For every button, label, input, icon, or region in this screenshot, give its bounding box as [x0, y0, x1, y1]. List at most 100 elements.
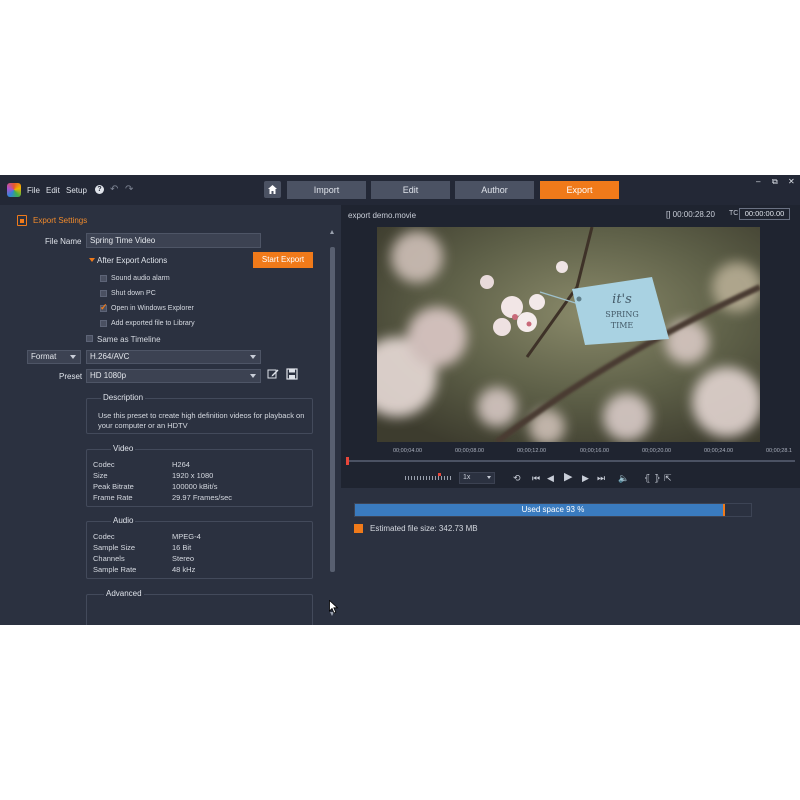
collapse-caret-icon[interactable]	[89, 258, 95, 262]
timecode-field[interactable]: 00:00:00.00	[739, 208, 790, 220]
ruler-label: 00;00;12.00	[517, 448, 547, 454]
timecode-label: TC	[729, 210, 739, 217]
estimated-file-size: Estimated file size: 342.73 MB	[370, 524, 478, 533]
scroll-thumb[interactable]	[330, 247, 335, 572]
checkbox-label: Open in Windows Explorer	[111, 305, 194, 312]
loop-icon[interactable]: ⟲	[513, 473, 521, 483]
description-group: Description Use this preset to create hi…	[86, 393, 313, 434]
previous-frame-icon[interactable]: ◀	[547, 473, 554, 483]
volume-icon[interactable]: 🔈	[618, 473, 629, 483]
restore-button[interactable]: ⧉	[772, 177, 778, 187]
advanced-group[interactable]: Advanced	[86, 589, 313, 625]
save-preset-icon[interactable]	[286, 368, 298, 380]
preset-label: Preset	[59, 372, 83, 381]
audio-channels-key: Channels	[93, 554, 125, 563]
audio-group: Audio Codec MPEG-4 Sample Size 16 Bit Ch…	[86, 516, 313, 579]
checkbox-label: Shut down PC	[111, 290, 156, 297]
preset-value: HD 1080p	[90, 371, 127, 380]
scrub-track[interactable]	[346, 460, 795, 462]
audio-codec-key: Codec	[93, 532, 115, 541]
app-logo-icon	[7, 183, 21, 197]
start-export-button[interactable]: Start Export	[253, 252, 313, 268]
minimize-button[interactable]: –	[756, 177, 760, 186]
mark-out-icon[interactable]: ⦄	[654, 473, 661, 483]
advanced-title: Advanced	[104, 589, 144, 598]
tab-import[interactable]: Import	[287, 181, 366, 199]
home-icon	[268, 185, 277, 194]
format-select[interactable]: H.264/AVC	[86, 350, 261, 364]
disk-usage-text: Used space 93 %	[521, 505, 585, 514]
tab-edit[interactable]: Edit	[371, 181, 450, 199]
menu-setup[interactable]: Setup	[66, 186, 87, 195]
chevron-down-icon	[487, 476, 491, 479]
help-icon[interactable]: ?	[95, 185, 104, 194]
video-preview: it's SPRING TIME	[377, 227, 760, 442]
redo-icon[interactable]: ↷	[125, 184, 133, 195]
export-settings-icon	[17, 215, 27, 226]
disk-usage-bar: Used space 93 %	[354, 503, 752, 517]
mark-in-icon[interactable]: ⦃	[644, 473, 651, 483]
go-to-end-icon[interactable]: ⏭	[597, 473, 605, 483]
checkbox-label: Add exported file to Library	[111, 320, 195, 327]
player-area: export demo.movie [] 00:00:28.20 TC 00:0…	[341, 205, 800, 488]
video-bitrate-key: Peak Bitrate	[93, 482, 134, 491]
speed-value: 1x	[463, 474, 471, 481]
scroll-up-icon[interactable]	[330, 230, 334, 234]
next-frame-icon[interactable]: ▶	[582, 473, 589, 483]
file-name-input[interactable]: Spring Time Video	[86, 233, 261, 248]
audio-level-meter[interactable]	[405, 473, 453, 480]
tag-text-line3: TIME	[611, 321, 634, 330]
playback-speed-select[interactable]: 1x	[459, 472, 495, 484]
preview-file-title: export demo.movie	[348, 211, 417, 220]
edit-preset-icon[interactable]	[267, 368, 279, 380]
checkbox[interactable]	[100, 275, 107, 282]
checkbox[interactable]	[100, 320, 107, 327]
audio-codec-value: MPEG-4	[172, 532, 201, 541]
checkbox-label: Sound audio alarm	[111, 275, 170, 282]
description-title: Description	[101, 393, 146, 402]
go-to-start-icon[interactable]: ⏮	[532, 473, 540, 483]
duration-readout: [] 00:00:28.20	[666, 210, 715, 219]
chevron-down-icon	[70, 355, 76, 359]
description-text: Use this preset to create high definitio…	[98, 411, 305, 430]
menu-file[interactable]: File	[27, 186, 40, 195]
mouse-pointer-icon	[329, 600, 339, 614]
tab-author[interactable]: Author	[455, 181, 534, 199]
video-codec-value: H264	[172, 460, 190, 469]
chevron-down-icon	[250, 374, 256, 378]
video-group: Video Codec H264 Size 1920 x 1080 Peak B…	[86, 444, 313, 507]
settings-scrollbar[interactable]	[329, 222, 336, 617]
fullscreen-icon[interactable]: ⇱	[664, 473, 672, 483]
playhead[interactable]	[346, 457, 349, 465]
menu-edit[interactable]: Edit	[46, 186, 60, 195]
checkbox[interactable]	[100, 290, 107, 297]
checkbox-label: Same as Timeline	[97, 335, 161, 344]
home-button[interactable]	[264, 181, 281, 198]
ruler-label: 00;00;24.00	[704, 448, 734, 454]
format-label: Format	[31, 352, 57, 361]
tab-export[interactable]: Export	[540, 181, 619, 199]
format-value: H.264/AVC	[90, 352, 130, 361]
checkbox[interactable]	[86, 335, 93, 342]
checkbox-checked[interactable]	[100, 302, 108, 313]
preview-panel: export demo.movie [] 00:00:28.20 TC 00:0…	[341, 205, 800, 625]
video-size-key: Size	[93, 471, 108, 480]
chevron-down-icon	[250, 355, 256, 359]
audio-samplerate-key: Sample Rate	[93, 565, 137, 574]
audio-samplesize-key: Sample Size	[93, 543, 136, 552]
timeline-ruler[interactable]: 00;00;04.00 00;00;08.00 00;00;12.00 00;0…	[346, 448, 795, 468]
app-window: File Edit Setup ? ↶ ↷ Import Edit Author…	[0, 175, 800, 625]
export-settings-panel: Export Settings File Name Spring Time Vi…	[0, 205, 340, 625]
preset-select[interactable]: HD 1080p	[86, 369, 261, 383]
audio-samplesize-value: 16 Bit	[172, 543, 192, 552]
audio-samplerate-value: 48 kHz	[172, 565, 196, 574]
video-bitrate-value: 100000 kBit/s	[172, 482, 218, 491]
ruler-label: 00;00;28.1	[766, 448, 792, 454]
video-title: Video	[111, 444, 136, 453]
format-label-select[interactable]: Format	[27, 350, 81, 364]
transport-controls: 1x ⟲ ⏮ ◀ ▶ ▶ ⏭ 🔈 ⦃ ⦄ ⇱	[341, 470, 800, 486]
play-icon[interactable]: ▶	[564, 472, 572, 483]
video-framerate-key: Frame Rate	[93, 493, 133, 502]
close-button[interactable]: ✕	[788, 177, 795, 186]
undo-icon[interactable]: ↶	[110, 184, 118, 195]
